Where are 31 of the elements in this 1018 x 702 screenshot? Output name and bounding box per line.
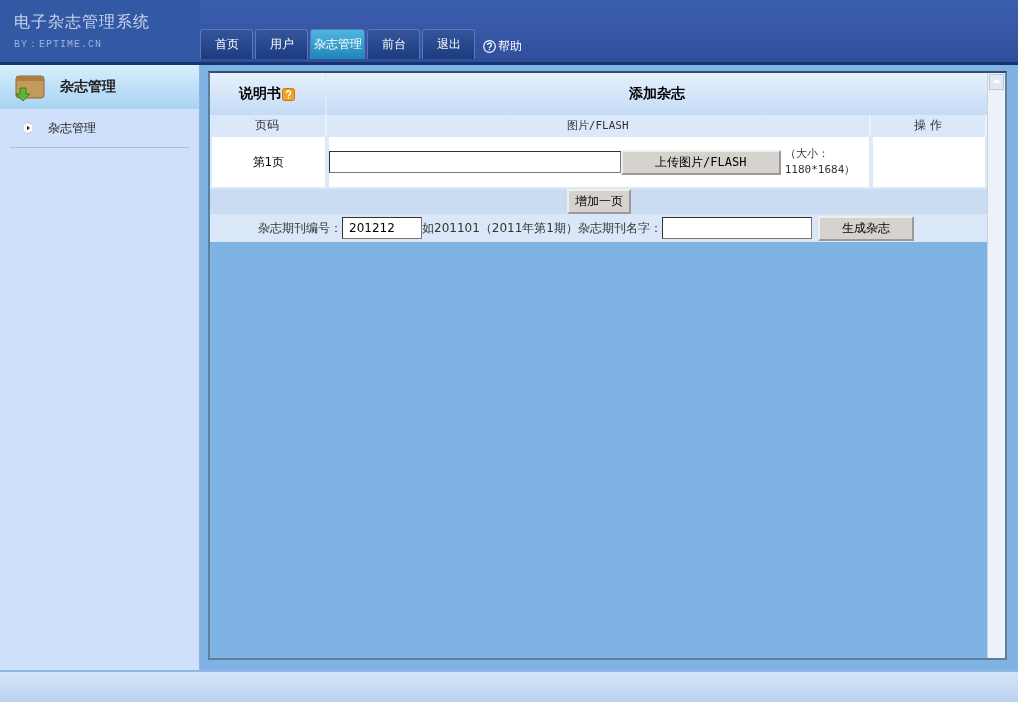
page-label: 第1页	[252, 154, 285, 169]
issue-number-label: 杂志期刊编号：	[258, 220, 342, 235]
nav-tab[interactable]: 退出	[422, 29, 475, 59]
nav-tab[interactable]: 首页	[200, 29, 253, 59]
upload-button[interactable]: 上传图片/FLASH	[620, 149, 781, 175]
column-header: 页码	[210, 115, 327, 135]
help-link[interactable]: 帮助	[483, 33, 522, 59]
sidebar-title: 杂志管理	[60, 78, 116, 96]
box-icon	[14, 72, 46, 102]
issue-number-field[interactable]: 201212	[342, 217, 422, 239]
manual-link[interactable]: 说明书	[239, 85, 282, 103]
help-icon[interactable]	[282, 87, 296, 101]
generate-button[interactable]: 生成杂志	[818, 215, 914, 241]
sidebar-item[interactable]: 杂志管理	[48, 119, 96, 137]
file-path-field[interactable]	[328, 151, 621, 173]
column-header: 图片/FLASH	[326, 115, 871, 135]
app-subtitle: BY：EPTIME.CN	[14, 38, 103, 51]
issue-number-hint: 如201101（2011年第1期）	[422, 220, 578, 235]
scroll-up-icon[interactable]	[989, 74, 1004, 90]
issue-name-field[interactable]	[662, 217, 812, 239]
help-icon	[483, 39, 496, 53]
add-page-button[interactable]: 增加一页	[566, 189, 631, 214]
column-header: 操 作	[870, 115, 987, 135]
size-note: （大小：1180*1684）	[784, 146, 857, 178]
issue-name-label: 杂志期刊名字：	[578, 220, 662, 235]
nav-tab[interactable]: 前台	[367, 29, 420, 59]
panel-title: 添加杂志	[326, 73, 987, 115]
bullet-icon	[22, 122, 34, 134]
app-title: 电子杂志管理系统	[14, 12, 151, 33]
scrollbar[interactable]	[987, 73, 1005, 658]
nav-tab[interactable]: 用户	[255, 29, 308, 59]
